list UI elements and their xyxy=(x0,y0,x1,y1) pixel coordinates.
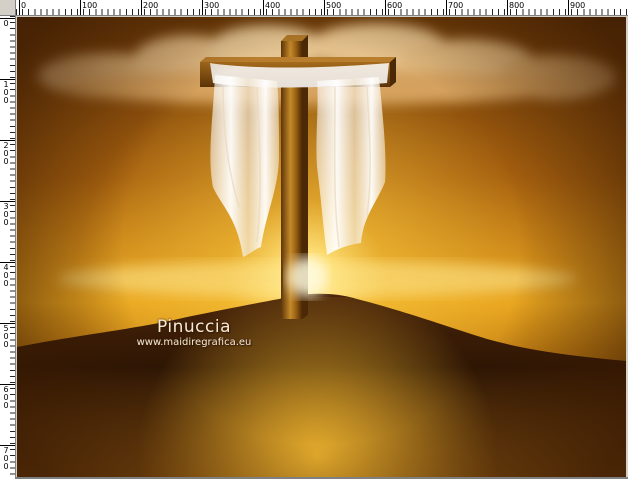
ruler-label: 500 xyxy=(3,324,9,349)
artwork-image xyxy=(17,17,626,477)
horizontal-ruler[interactable]: 0 100 200 300 400 500 600 700 800 900 xyxy=(16,0,628,16)
ruler-label: 300 xyxy=(204,1,220,10)
image-editor-window: 0 100 200 300 400 500 600 700 800 900 0 … xyxy=(0,0,628,479)
ruler-ticks xyxy=(10,16,15,479)
ruler-label: 400 xyxy=(265,1,281,10)
ruler-label: 0 xyxy=(21,1,27,10)
ruler-label: 200 xyxy=(143,1,159,10)
ruler-label: 200 xyxy=(3,141,9,166)
image-canvas[interactable]: Pinuccia www.maidiregrafica.eu xyxy=(17,17,626,477)
ruler-label: 600 xyxy=(3,385,9,410)
ruler-label: 100 xyxy=(3,80,9,105)
ruler-label: 900 xyxy=(570,1,586,10)
ruler-label: 700 xyxy=(3,446,9,471)
ruler-ticks xyxy=(16,9,628,15)
ruler-label: 600 xyxy=(387,1,403,10)
ruler-label: 400 xyxy=(3,263,9,288)
ruler-corner[interactable] xyxy=(0,0,16,16)
ruler-label: 100 xyxy=(82,1,98,10)
ruler-label: 700 xyxy=(448,1,464,10)
ruler-label: 300 xyxy=(3,202,9,227)
ruler-label: 800 xyxy=(509,1,525,10)
ruler-label: 0 xyxy=(3,19,9,28)
ruler-label: 500 xyxy=(326,1,342,10)
vertical-ruler[interactable]: 0 100 200 300 400 500 600 700 xyxy=(0,16,16,479)
